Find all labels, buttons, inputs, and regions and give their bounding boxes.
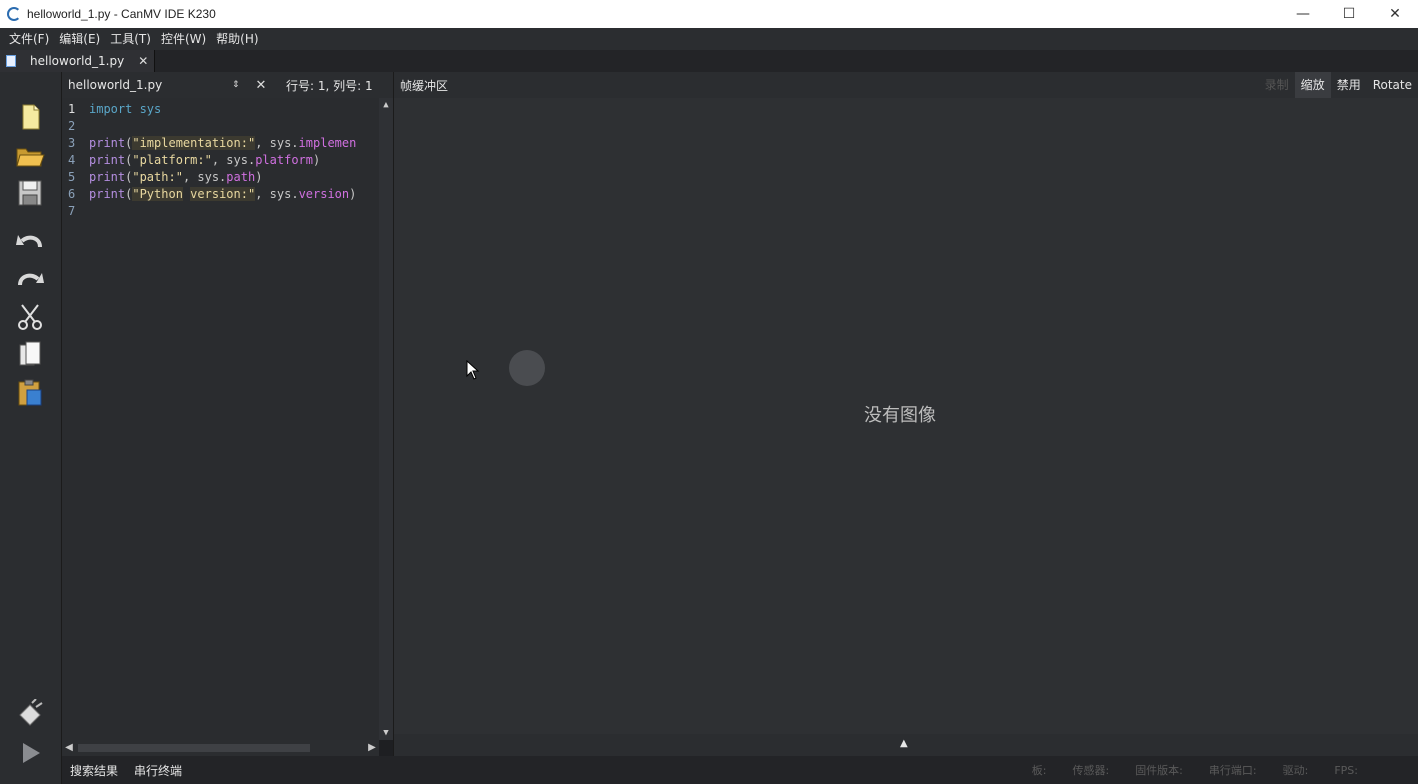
code-line: print("Python version:", sys.version) — [89, 187, 357, 201]
menu-edit[interactable]: 编辑(E) — [54, 28, 105, 50]
save-button[interactable] — [12, 176, 48, 210]
minimize-button[interactable]: — — [1280, 0, 1326, 28]
framebuffer-view: 没有图像 — [393, 98, 1418, 734]
updown-arrows-icon[interactable]: ⇕ — [232, 80, 246, 90]
redo-icon — [18, 273, 44, 286]
editor-vertical-scrollbar[interactable]: ▲ ▼ — [379, 98, 393, 740]
window-titlebar: helloworld_1.py - CanMV IDE K230 — ☐ ✕ — [0, 0, 1418, 28]
serial-port-status: 串行端口: — [1208, 764, 1257, 777]
usb-connect-icon — [19, 699, 43, 726]
cursor-position: 行号: 1, 列号: 1 — [286, 78, 373, 93]
framebuffer-title: 帧缓冲区 — [400, 78, 449, 93]
code-line: print("platform:", sys.platform) — [89, 153, 321, 167]
histogram-toggle-bar: ▲ — [393, 734, 1418, 756]
editor-header: helloworld_1.py ⇕ ✕ 行号: 1, 列号: 1 — [62, 72, 393, 98]
copy-icon — [19, 341, 41, 366]
window-title: helloworld_1.py - CanMV IDE K230 — [27, 7, 216, 21]
tab-close-icon[interactable]: ✕ — [138, 54, 148, 68]
menu-tools[interactable]: 工具(T) — [105, 28, 156, 50]
left-toolbar — [0, 72, 62, 784]
code-editor[interactable]: 1 2 3 4 5 6 7 import sys print("implemen… — [62, 98, 393, 740]
cut-button[interactable] — [12, 300, 48, 334]
device-status: 板: 传感器: 固件版本: 串行端口: 驱动: FPS: — [1019, 756, 1418, 784]
paste-button[interactable] — [12, 376, 48, 410]
document-tab-bar: helloworld_1.py ✕ — [0, 50, 1418, 72]
code-line: print("implementation:", sys.implemen — [89, 136, 357, 150]
mouse-pointer-icon — [466, 360, 480, 380]
close-window-button[interactable]: ✕ — [1372, 0, 1418, 28]
menu-bar: 文件(F) 编辑(E) 工具(T) 控件(W) 帮助(H) — [0, 28, 1418, 50]
search-results-tab[interactable]: 搜索结果 — [62, 762, 126, 779]
code-text-area[interactable]: import sys print("implementation:", sys.… — [89, 98, 379, 740]
scroll-left-icon[interactable]: ◀ — [62, 740, 76, 756]
framebuffer-header: 帧缓冲区 录制 缩放 禁用 Rotate — [393, 72, 1418, 98]
window-controls: — ☐ ✕ — [1280, 0, 1418, 28]
line-number: 5 — [68, 170, 76, 184]
canmv-app-icon — [7, 7, 21, 21]
copy-button[interactable] — [12, 338, 48, 372]
line-number: 3 — [68, 136, 76, 150]
tab-label: helloworld_1.py — [30, 54, 125, 68]
firmware-status: 固件版本: — [1135, 764, 1183, 777]
framebuffer-controls: 录制 缩放 禁用 Rotate — [1259, 72, 1418, 98]
menu-help[interactable]: 帮助(H) — [211, 28, 263, 50]
scrollbar-thumb[interactable] — [78, 744, 310, 752]
disable-button[interactable]: 禁用 — [1331, 72, 1367, 98]
redo-button[interactable] — [12, 262, 48, 296]
editor-horizontal-scrollbar[interactable]: ◀ ▶ — [62, 740, 379, 756]
code-line: print("path:", sys.path) — [89, 170, 263, 184]
line-number-gutter: 1 2 3 4 5 6 7 — [62, 98, 86, 740]
line-number: 4 — [68, 153, 76, 167]
menu-widgets[interactable]: 控件(W) — [156, 28, 211, 50]
record-button[interactable]: 录制 — [1259, 72, 1295, 98]
scissors-icon — [18, 304, 42, 330]
undo-button[interactable] — [12, 224, 48, 258]
new-file-button[interactable] — [12, 100, 48, 134]
play-icon — [23, 743, 40, 763]
line-number: 7 — [68, 204, 76, 218]
run-button[interactable] — [12, 736, 48, 770]
menu-file[interactable]: 文件(F) — [4, 28, 54, 50]
maximize-button[interactable]: ☐ — [1326, 0, 1372, 28]
python-file-icon — [6, 55, 16, 67]
drive-status: 驱动: — [1282, 764, 1309, 777]
new-file-icon — [22, 104, 40, 130]
line-number: 1 — [68, 102, 76, 116]
tab-helloworld[interactable]: helloworld_1.py ✕ — [0, 50, 156, 72]
code-line: import sys — [89, 102, 162, 116]
click-indicator — [509, 350, 545, 386]
expand-panel-icon[interactable]: ▲ — [900, 738, 908, 749]
serial-terminal-tab[interactable]: 串行终端 — [126, 762, 190, 779]
rotate-button[interactable]: Rotate — [1367, 72, 1418, 98]
status-bar: 搜索结果 串行终端 板: 传感器: 固件版本: 串行端口: 驱动: FPS: — [62, 756, 1418, 784]
editor-filename-dropdown[interactable]: helloworld_1.py — [62, 78, 232, 92]
save-disk-icon — [18, 180, 42, 206]
close-document-icon[interactable]: ✕ — [246, 78, 276, 93]
open-folder-icon — [16, 148, 45, 167]
board-status: 板: — [1031, 764, 1047, 777]
open-file-button[interactable] — [12, 138, 48, 172]
zoom-button[interactable]: 缩放 — [1294, 72, 1331, 98]
paste-icon — [18, 379, 42, 406]
undo-icon — [16, 235, 42, 248]
scroll-down-icon[interactable]: ▼ — [379, 726, 393, 740]
scroll-up-icon[interactable]: ▲ — [379, 98, 393, 112]
sensor-status: 传感器: — [1072, 764, 1110, 777]
line-number: 2 — [68, 119, 76, 133]
fps-status: FPS: — [1334, 763, 1358, 777]
connect-button[interactable] — [12, 698, 48, 732]
line-number: 6 — [68, 187, 76, 201]
scroll-right-icon[interactable]: ▶ — [365, 740, 379, 756]
no-image-message: 没有图像 — [864, 405, 936, 426]
